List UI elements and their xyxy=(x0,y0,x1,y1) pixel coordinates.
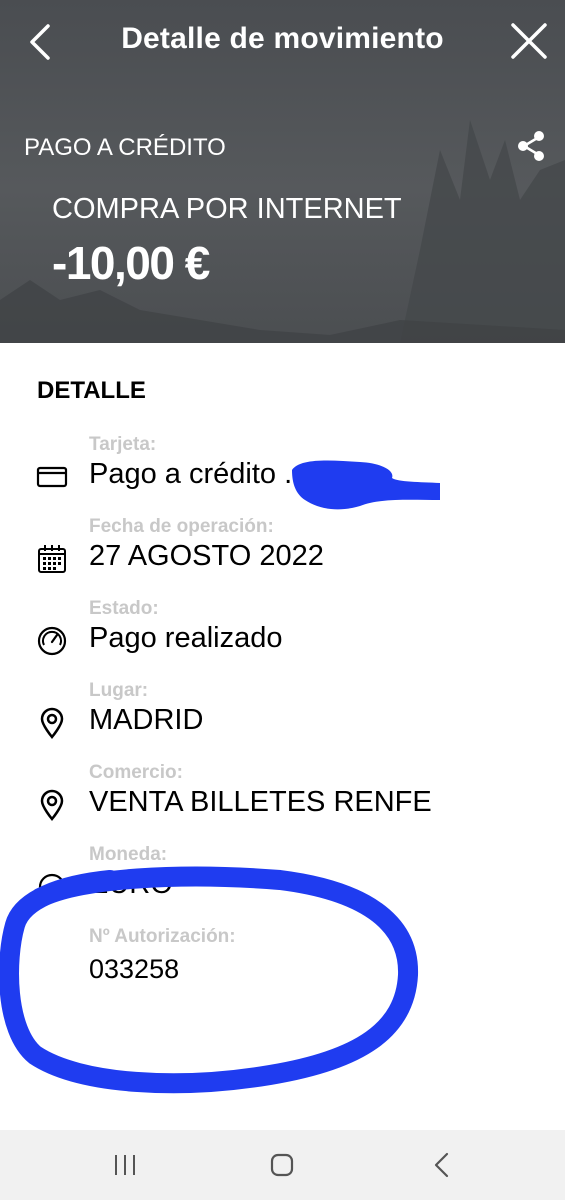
row-label: Estado: xyxy=(89,598,159,619)
page-title: Detalle de movimiento xyxy=(121,22,444,55)
row-label: Comercio: xyxy=(89,762,183,783)
row-value: 033258 xyxy=(89,954,180,984)
movement-concept: COMPRA POR INTERNET xyxy=(52,193,402,225)
row-label: Lugar: xyxy=(89,680,149,701)
row-value: Pago realizado xyxy=(89,622,283,654)
recent-apps-icon xyxy=(115,1155,135,1175)
location-pin-icon xyxy=(40,789,64,821)
home-button[interactable] xyxy=(262,1148,302,1182)
home-icon xyxy=(270,1153,294,1177)
gauge-icon xyxy=(37,626,67,656)
row-label: Tarjeta: xyxy=(89,434,157,455)
card-icon xyxy=(36,466,68,488)
share-button[interactable] xyxy=(515,128,547,164)
merchant-row: Comercio: VENTA BILLETES RENFE xyxy=(0,762,565,844)
row-value: Pago a crédito ... xyxy=(89,458,309,490)
movement-amount: -10,00 € xyxy=(52,237,210,289)
status-row: Estado: Pago realizado xyxy=(0,598,565,680)
location-pin-icon xyxy=(40,707,64,739)
header-hero: Detalle de movimiento PAGO A CRÉDITO COM… xyxy=(0,0,565,343)
row-value: 27 AGOSTO 2022 xyxy=(89,540,324,572)
currency-icon xyxy=(38,873,66,901)
authorization-row: Nº Autorización: 033258 xyxy=(0,926,565,1008)
row-label: Fecha de operación: xyxy=(89,516,274,537)
section-title: DETALLE xyxy=(37,377,146,404)
back-nav-button[interactable] xyxy=(422,1148,462,1182)
movement-type: PAGO A CRÉDITO xyxy=(24,134,226,161)
currency-row: Moneda: EURO xyxy=(0,844,565,926)
date-row: Fecha de operación: 27 AGOSTO 2022 xyxy=(0,516,565,598)
place-row: Lugar: MADRID xyxy=(0,680,565,762)
calendar-icon xyxy=(38,545,66,573)
close-button[interactable] xyxy=(507,18,551,64)
recent-apps-button[interactable] xyxy=(105,1148,145,1182)
row-value: MADRID xyxy=(89,704,204,736)
back-nav-icon xyxy=(434,1152,449,1178)
row-label: Moneda: xyxy=(89,844,168,865)
row-value: EURO xyxy=(89,868,173,900)
close-icon xyxy=(511,23,547,59)
row-value: VENTA BILLETES RENFE xyxy=(89,786,432,818)
share-icon xyxy=(518,131,544,161)
row-label: Nº Autorización: xyxy=(89,926,236,947)
card-row: Tarjeta: Pago a crédito ... xyxy=(0,434,565,516)
system-navbar xyxy=(0,1130,565,1200)
